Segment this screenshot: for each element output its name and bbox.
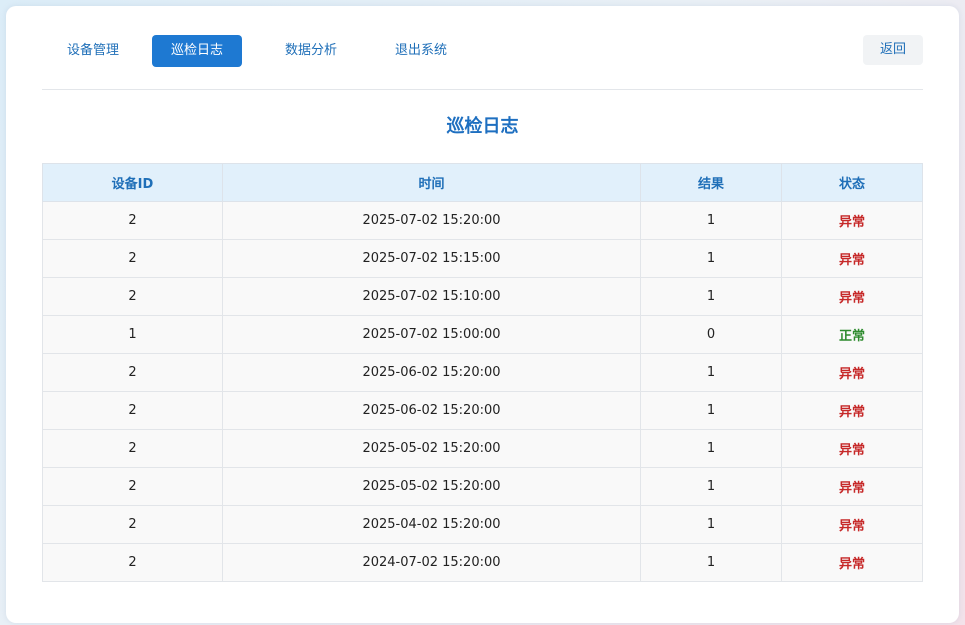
cell-result: 1 <box>640 239 782 278</box>
cell-time: 2025-07-02 15:00:00 <box>222 315 641 354</box>
inspection-log-table: 设备ID 时间 结果 状态 2 2025-07-02 15:20:00 1 异常… <box>42 163 923 582</box>
nav-tab-logout[interactable]: 退出系统 <box>376 35 466 67</box>
cell-device-id: 2 <box>42 353 223 392</box>
cell-device-id: 2 <box>42 505 223 544</box>
top-nav: 设备管理 巡检日志 数据分析 退出系统 返回 <box>42 35 923 67</box>
cell-time: 2025-04-02 15:20:00 <box>222 505 641 544</box>
cell-status: 正常 <box>781 315 923 354</box>
cell-time: 2025-07-02 15:20:00 <box>222 201 641 240</box>
cell-time: 2025-07-02 15:10:00 <box>222 277 641 316</box>
cell-time: 2025-06-02 15:20:00 <box>222 391 641 430</box>
cell-time: 2025-05-02 15:20:00 <box>222 467 641 506</box>
column-header-result: 结果 <box>640 163 782 202</box>
table-row: 2 2025-06-02 15:20:00 1 异常 <box>42 391 923 430</box>
column-header-device-id: 设备ID <box>42 163 223 202</box>
cell-device-id: 2 <box>42 239 223 278</box>
table-row: 2 2025-06-02 15:20:00 1 异常 <box>42 353 923 392</box>
cell-status: 异常 <box>781 277 923 316</box>
nav-tab-device-management[interactable]: 设备管理 <box>42 35 144 67</box>
nav-tab-data-analysis[interactable]: 数据分析 <box>266 35 356 67</box>
cell-device-id: 2 <box>42 277 223 316</box>
cell-time: 2025-05-02 15:20:00 <box>222 429 641 468</box>
cell-status: 异常 <box>781 391 923 430</box>
cell-time: 2025-07-02 15:15:00 <box>222 239 641 278</box>
table-row: 2 2025-04-02 15:20:00 1 异常 <box>42 505 923 544</box>
table-row: 1 2025-07-02 15:00:00 0 正常 <box>42 315 923 354</box>
cell-device-id: 1 <box>42 315 223 354</box>
table-row: 2 2025-05-02 15:20:00 1 异常 <box>42 429 923 468</box>
cell-status: 异常 <box>781 239 923 278</box>
cell-status: 异常 <box>781 467 923 506</box>
nav-tab-inspection-log[interactable]: 巡检日志 <box>152 35 242 67</box>
table-row: 2 2025-07-02 15:10:00 1 异常 <box>42 277 923 316</box>
column-header-status: 状态 <box>781 163 923 202</box>
cell-status: 异常 <box>781 505 923 544</box>
page-title: 巡检日志 <box>446 116 519 137</box>
cell-result: 1 <box>640 505 782 544</box>
cell-status: 异常 <box>781 201 923 240</box>
cell-time: 2025-06-02 15:20:00 <box>222 353 641 392</box>
cell-result: 1 <box>640 429 782 468</box>
table-row: 2 2025-05-02 15:20:00 1 异常 <box>42 467 923 506</box>
cell-device-id: 2 <box>42 467 223 506</box>
back-button[interactable]: 返回 <box>863 35 923 65</box>
cell-time: 2024-07-02 15:20:00 <box>222 543 641 582</box>
cell-status: 异常 <box>781 543 923 582</box>
cell-result: 1 <box>640 543 782 582</box>
table-row: 2 2024-07-02 15:20:00 1 异常 <box>42 543 923 582</box>
cell-result: 1 <box>640 391 782 430</box>
nav-divider <box>42 89 923 90</box>
cell-result: 1 <box>640 467 782 506</box>
cell-result: 1 <box>640 277 782 316</box>
cell-result: 0 <box>640 315 782 354</box>
cell-status: 异常 <box>781 429 923 468</box>
cell-device-id: 2 <box>42 201 223 240</box>
main-card: 设备管理 巡检日志 数据分析 退出系统 返回 巡检日志 设备ID 时间 结果 状… <box>6 6 959 623</box>
column-header-time: 时间 <box>222 163 641 202</box>
cell-device-id: 2 <box>42 543 223 582</box>
table-row: 2 2025-07-02 15:20:00 1 异常 <box>42 201 923 240</box>
cell-result: 1 <box>640 201 782 240</box>
cell-device-id: 2 <box>42 429 223 468</box>
cell-device-id: 2 <box>42 391 223 430</box>
table-header-row: 设备ID 时间 结果 状态 <box>42 163 923 202</box>
table-row: 2 2025-07-02 15:15:00 1 异常 <box>42 239 923 278</box>
cell-result: 1 <box>640 353 782 392</box>
cell-status: 异常 <box>781 353 923 392</box>
